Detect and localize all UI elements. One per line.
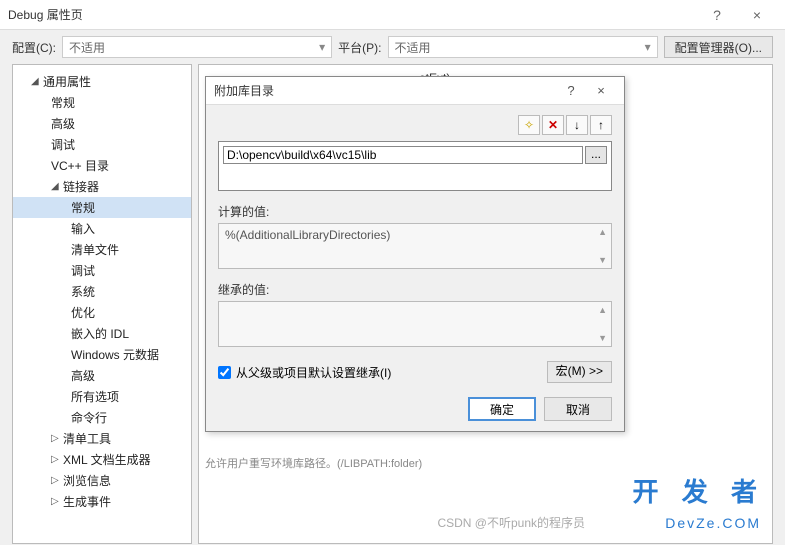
tree-linker-winmd[interactable]: Windows 元数据 <box>13 344 191 365</box>
dialog-titlebar: 附加库目录 ? × <box>206 77 624 105</box>
tree-build-events[interactable]: ▷生成事件 <box>13 491 191 512</box>
tree-linker-cmd[interactable]: 命令行 <box>13 407 191 428</box>
path-input[interactable] <box>223 146 583 164</box>
property-tree: ◢通用属性 常规 高级 调试 VC++ 目录 ◢链接器 常规 输入 清单文件 调… <box>12 64 192 544</box>
tree-debug[interactable]: 调试 <box>13 134 191 155</box>
config-label: 配置(C): <box>12 39 56 56</box>
computed-value-box: %(AdditionalLibraryDirectories) ▲▼ <box>218 223 612 269</box>
inherit-row: 从父级或项目默认设置继承(I) 宏(M) >> <box>218 361 612 383</box>
computed-label: 计算的值: <box>218 203 612 220</box>
platform-label: 平台(P): <box>338 39 381 56</box>
config-combo[interactable]: 不适用 <box>62 36 332 58</box>
inherit-checkbox-label: 从父级或项目默认设置继承(I) <box>236 364 391 381</box>
tree-linker-general[interactable]: 常规 <box>13 197 191 218</box>
tree-linker[interactable]: ◢链接器 <box>13 176 191 197</box>
additional-lib-dirs-dialog: 附加库目录 ? × ✧ ✕ ↓ ↑ ... 计算的值: %(Additional… <box>205 76 625 432</box>
tree-browse-info[interactable]: ▷浏览信息 <box>13 470 191 491</box>
move-down-icon[interactable]: ↓ <box>566 115 588 135</box>
tree-vcpp-dirs[interactable]: VC++ 目录 <box>13 155 191 176</box>
close-button[interactable]: × <box>737 7 777 23</box>
ok-button[interactable]: 确定 <box>468 397 536 421</box>
tree-linker-system[interactable]: 系统 <box>13 281 191 302</box>
inherited-value-box: ▲▼ <box>218 301 612 347</box>
dialog-close-button[interactable]: × <box>586 83 616 98</box>
tree-advanced[interactable]: 高级 <box>13 113 191 134</box>
inherit-checkbox[interactable] <box>218 366 231 379</box>
move-up-icon[interactable]: ↑ <box>590 115 612 135</box>
titlebar: Debug 属性页 ? × <box>0 0 785 30</box>
watermark-site: DevZe.COM <box>665 515 761 531</box>
tree-linker-all[interactable]: 所有选项 <box>13 386 191 407</box>
dialog-buttons: 确定 取消 <box>218 397 612 421</box>
path-list-box[interactable]: ... <box>218 141 612 191</box>
tree-linker-manifest[interactable]: 清单文件 <box>13 239 191 260</box>
tree-linker-opt[interactable]: 优化 <box>13 302 191 323</box>
tree-linker-debug[interactable]: 调试 <box>13 260 191 281</box>
macros-button[interactable]: 宏(M) >> <box>547 361 612 383</box>
watermark-csdn: CSDN @不听punk的程序员 <box>437 514 585 531</box>
bg-text-2: 允许用户重写环境库路径。(/LIBPATH:folder) <box>205 455 422 471</box>
dialog-body: ✧ ✕ ↓ ↑ ... 计算的值: %(AdditionalLibraryDir… <box>206 105 624 431</box>
tree-manifest-tool[interactable]: ▷清单工具 <box>13 428 191 449</box>
dialog-icon-bar: ✧ ✕ ↓ ↑ <box>218 115 612 135</box>
config-toolbar: 配置(C): 不适用 平台(P): 不适用 配置管理器(O)... <box>0 30 785 64</box>
tree-linker-input[interactable]: 输入 <box>13 218 191 239</box>
browse-button[interactable]: ... <box>585 146 607 164</box>
platform-combo[interactable]: 不适用 <box>388 36 658 58</box>
delete-icon[interactable]: ✕ <box>542 115 564 135</box>
tree-linker-idl[interactable]: 嵌入的 IDL <box>13 323 191 344</box>
config-manager-button[interactable]: 配置管理器(O)... <box>664 36 773 58</box>
tree-general[interactable]: 常规 <box>13 92 191 113</box>
watermark-logo: 开 发 者 <box>633 472 765 509</box>
inherited-label: 继承的值: <box>218 281 612 298</box>
tree-general-props[interactable]: ◢通用属性 <box>13 71 191 92</box>
dialog-title: 附加库目录 <box>214 82 556 99</box>
tree-xml-doc[interactable]: ▷XML 文档生成器 <box>13 449 191 470</box>
tree-linker-advanced[interactable]: 高级 <box>13 365 191 386</box>
cancel-button[interactable]: 取消 <box>544 397 612 421</box>
dialog-help-button[interactable]: ? <box>556 83 586 98</box>
new-line-icon[interactable]: ✧ <box>518 115 540 135</box>
help-button[interactable]: ? <box>697 7 737 23</box>
window-title: Debug 属性页 <box>8 6 697 23</box>
